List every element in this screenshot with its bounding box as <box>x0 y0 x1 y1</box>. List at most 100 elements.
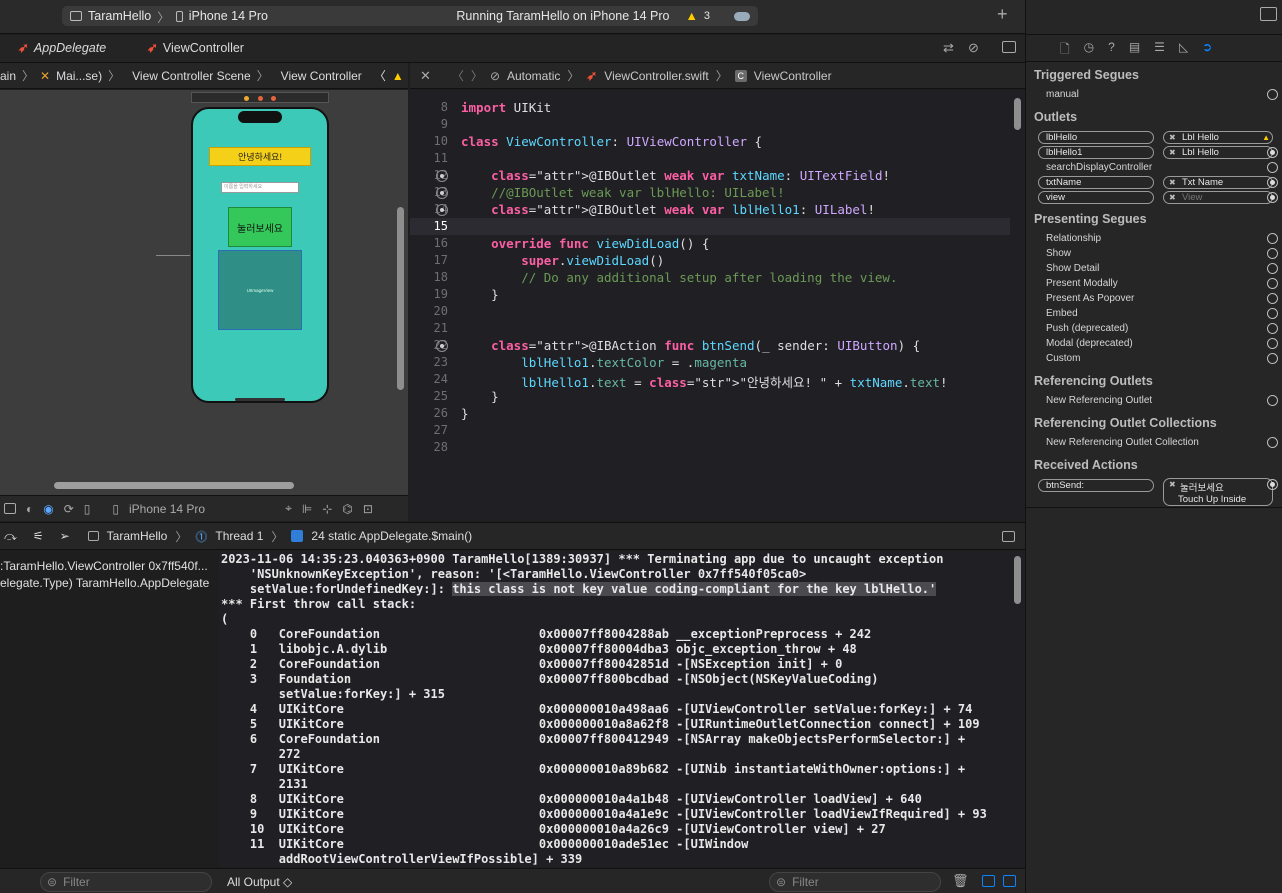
hello-label[interactable]: 안녕하세요! <box>209 147 311 166</box>
code-line[interactable]: } <box>461 287 499 302</box>
layout-icon[interactable]: ▯ <box>84 502 91 516</box>
code-line[interactable]: //@IBOutlet weak var lblHello: UILabel! <box>461 185 785 200</box>
device-name[interactable]: iPhone 14 Pro <box>189 9 268 23</box>
name-textfield[interactable]: 이름을 입력하세요 <box>221 182 299 193</box>
step-over-icon[interactable]: ⤼ <box>4 529 17 544</box>
outlet-target[interactable]: ✖ Lbl Hello ▲ <box>1163 131 1273 144</box>
warning-count[interactable]: 3 <box>704 10 710 22</box>
pin-icon[interactable]: ⊹ <box>322 502 332 516</box>
orientation-icon[interactable]: ⟳ <box>64 502 74 516</box>
close-icon[interactable]: ✕ <box>420 68 431 84</box>
output-select[interactable]: All Output ◇ <box>227 875 292 889</box>
variables-filter[interactable]: ⊜ Filter <box>40 872 212 892</box>
align-icon[interactable]: ⊫ <box>302 502 312 516</box>
outlet-connection-icon[interactable] <box>436 204 448 216</box>
connection-circle[interactable] <box>1267 248 1278 259</box>
warning-icon[interactable]: ▲ <box>686 9 698 23</box>
outlet-lblhello1[interactable]: lblHello1 <box>1038 146 1154 159</box>
outlet-connection-icon[interactable] <box>436 187 448 199</box>
embed-in-icon[interactable]: ⊡ <box>363 502 373 516</box>
variables-view[interactable]: :TaramHello.ViewController 0x7ff540f... … <box>0 551 218 867</box>
code-line[interactable]: } <box>461 389 499 404</box>
warning-icon[interactable]: ▲ <box>392 69 404 83</box>
connection-circle-filled[interactable] <box>1267 177 1278 188</box>
outlet-target[interactable]: ✖ Txt Name <box>1163 176 1273 189</box>
vc-dock-icon[interactable] <box>244 96 250 101</box>
tab-viewcontroller[interactable]: ➶ ViewController <box>147 40 244 56</box>
editor-scrollbar[interactable] <box>1014 98 1021 130</box>
code-line[interactable]: super.viewDidLoad() <box>461 253 664 268</box>
connection-circle-filled[interactable] <box>1267 192 1278 203</box>
back-icon[interactable]: 〈 <box>452 67 464 84</box>
code-editor[interactable]: 8 import UIKit 9 10 class ViewController: UI… <box>410 90 1025 521</box>
split-editor-icon[interactable] <box>1002 41 1016 53</box>
size-inspector-icon[interactable]: ◺ <box>1179 40 1188 61</box>
exit-icon[interactable] <box>270 96 276 101</box>
remove-connection-icon[interactable]: ✖ <box>1169 147 1176 158</box>
show-variables-icon[interactable] <box>982 875 995 887</box>
help-inspector-icon[interactable]: ? <box>1108 40 1115 61</box>
code-line[interactable]: class="attr">@IBOutlet weak var txtName:… <box>461 168 890 183</box>
jump-item[interactable]: Mai...se) <box>56 69 102 83</box>
code-line[interactable]: class ViewController: UIViewController { <box>461 134 762 149</box>
storyboard-canvas[interactable]: 안녕하세요! 이름을 입력하세요 눌러보세요 UIImageView <box>0 90 408 495</box>
remove-connection-icon[interactable]: ✖ <box>1169 192 1176 203</box>
connections-inspector-icon[interactable]: ➲ <box>1202 40 1212 61</box>
connection-circle[interactable] <box>1267 338 1278 349</box>
outlet-connection-icon[interactable] <box>436 340 448 352</box>
outlet-connection-icon[interactable] <box>436 170 448 182</box>
console-filter[interactable]: ⊜ Filter <box>769 872 941 892</box>
trash-icon[interactable]: 🗑 <box>952 873 969 889</box>
warning-icon[interactable]: ▲ <box>1262 132 1270 143</box>
iphone-frame[interactable]: 안녕하세요! 이름을 입력하세요 눌러보세요 UIImageView <box>191 107 329 403</box>
file-inspector-icon[interactable]: 🗋 <box>1060 40 1070 61</box>
outlet-txtname[interactable]: txtName <box>1038 176 1154 189</box>
jump-item[interactable]: View Controller <box>281 69 362 83</box>
connection-circle[interactable] <box>1267 263 1278 274</box>
code-line[interactable]: lblHello1.textColor = .magenta <box>461 355 747 370</box>
connection-circle[interactable] <box>1267 437 1278 448</box>
remove-connection-icon[interactable]: ✖ <box>1169 480 1176 489</box>
connection-circle-filled[interactable] <box>1267 147 1278 158</box>
show-console-icon[interactable] <box>1003 875 1016 887</box>
code-line[interactable]: class="attr">@IBAction func btnSend(_ se… <box>461 338 920 353</box>
history-inspector-icon[interactable]: ◷ <box>1084 40 1094 61</box>
debug-app-name[interactable]: TaramHello <box>107 529 168 543</box>
debug-frame[interactable]: 24 static AppDelegate.$main() <box>311 529 472 543</box>
scheme-name[interactable]: TaramHello <box>88 9 151 23</box>
outlet-target[interactable]: ✖ View <box>1163 191 1273 204</box>
refresh-icon[interactable]: ⇄ <box>943 40 954 56</box>
location-icon[interactable]: ➢ <box>60 529 70 543</box>
jump-item[interactable]: ViewController.swift <box>604 69 708 83</box>
update-frames-icon[interactable]: ⌖ <box>285 501 292 516</box>
debug-thread[interactable]: Thread 1 <box>215 529 263 543</box>
link-icon[interactable]: ⊘ <box>968 40 979 56</box>
connection-circle[interactable] <box>1267 162 1278 173</box>
connection-circle[interactable] <box>1267 308 1278 319</box>
remove-connection-icon[interactable]: ✖ <box>1169 177 1176 188</box>
variable-row[interactable]: :TaramHello.ViewController 0x7ff540f... <box>0 559 208 573</box>
connection-circle[interactable] <box>1267 293 1278 304</box>
connection-circle-filled[interactable] <box>1267 479 1278 490</box>
console-scrollbar[interactable] <box>1014 556 1021 604</box>
action-target[interactable]: ✖ 눌러보세요 Touch Up Inside <box>1163 478 1273 506</box>
horizontal-scrollbar[interactable] <box>54 482 294 489</box>
entry-point-arrow[interactable] <box>156 255 190 256</box>
console-output[interactable]: 2023-11-06 14:35:23.040363+0900 TaramHel… <box>219 551 1025 867</box>
jump-item[interactable]: View Controller Scene <box>132 69 251 83</box>
cloud-icon[interactable] <box>734 11 750 21</box>
identity-inspector-icon[interactable]: ▤ <box>1129 40 1140 61</box>
code-line[interactable]: import UIKit <box>461 100 551 115</box>
toggle-inspector-icon[interactable] <box>1260 7 1277 21</box>
device-icon[interactable]: ▯ <box>112 502 119 516</box>
outlet-view[interactable]: view <box>1038 191 1154 204</box>
vertical-scrollbar[interactable] <box>397 207 404 390</box>
scene-dock[interactable] <box>191 92 329 103</box>
accessibility-icon[interactable]: ◉ <box>43 502 53 516</box>
memory-graph-icon[interactable]: ⚟ <box>33 529 44 543</box>
resolve-issues-icon[interactable]: ⌬ <box>342 502 352 516</box>
scheme-selector[interactable]: TaramHello 〉 iPhone 14 Pro Running Taram… <box>62 5 762 27</box>
appearance-icon[interactable]: ◐ <box>26 502 33 516</box>
code-line[interactable]: override func viewDidLoad() { <box>461 236 709 251</box>
code-line[interactable]: // Do any additional setup after loading… <box>461 270 897 285</box>
